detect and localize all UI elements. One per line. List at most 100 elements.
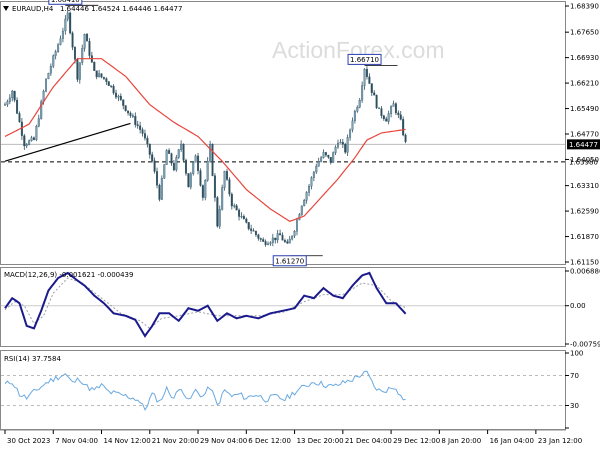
candle-body	[382, 115, 385, 120]
candle-body	[358, 100, 361, 108]
candle-body	[250, 228, 253, 231]
candle-body	[271, 237, 274, 243]
candle-body	[139, 125, 142, 130]
rsi-title: RSI(14) 37.7584	[4, 355, 61, 363]
candle-body	[322, 152, 325, 158]
candle-body	[148, 143, 151, 155]
candle-body	[172, 162, 175, 171]
candle-body	[254, 231, 257, 235]
candle-body	[158, 185, 161, 200]
candle-body	[153, 160, 156, 172]
candle-body	[110, 85, 113, 87]
candle-body	[269, 242, 272, 245]
candle-body	[98, 73, 101, 78]
candle-body	[235, 205, 238, 211]
price-y-tick-label: 1.62590	[570, 208, 599, 216]
candle-body	[259, 238, 262, 240]
candle-body	[204, 179, 207, 198]
candle-body	[117, 95, 120, 98]
candle-body	[52, 55, 55, 67]
candle-body	[223, 171, 226, 188]
candle-body	[187, 173, 190, 188]
candle-body	[341, 142, 344, 145]
candle-body	[61, 30, 64, 39]
candle-body	[353, 110, 356, 122]
x-axis-tick-label: 13 Dec 20:00	[297, 437, 344, 445]
candle-body	[86, 33, 89, 42]
support-label: 1.63980	[569, 158, 598, 166]
macd-title: MACD(12,26,9) -0.001621 -0.000439	[4, 271, 133, 279]
candle-body	[156, 171, 159, 186]
candle-body	[363, 68, 366, 86]
candle-body	[49, 66, 52, 74]
candle-body	[262, 239, 265, 242]
rsi-y-tick-label: 70	[570, 372, 579, 380]
candle-body	[23, 135, 26, 147]
x-axis-tick-label: 16 Jan 04:00	[490, 437, 534, 445]
candle-body	[230, 193, 233, 207]
x-axis-tick-label: 6 Dec 12:00	[248, 437, 291, 445]
candle-body	[206, 160, 209, 181]
candle-body	[257, 234, 260, 239]
candle-body	[375, 95, 378, 108]
candle-body	[245, 218, 248, 223]
candle-body	[295, 219, 298, 232]
candle-body	[11, 90, 14, 99]
candle-body	[349, 129, 352, 138]
candle-body	[308, 186, 311, 193]
candle-body	[404, 134, 407, 142]
price-y-tick-label: 1.66210	[570, 80, 599, 88]
candle-body	[66, 12, 69, 20]
macd-y-tick-label: -0.007591	[570, 341, 600, 349]
candle-body	[30, 137, 33, 141]
candle-body	[194, 155, 197, 163]
candle-body	[291, 235, 294, 240]
candle-body	[276, 233, 279, 241]
current-price-label: 1.64477	[569, 141, 598, 149]
candle-body	[392, 103, 395, 107]
candle-body	[54, 51, 57, 56]
candle-body	[387, 113, 390, 122]
candle-body	[146, 138, 149, 145]
price-y-tick-label: 1.63310	[570, 182, 599, 190]
candle-body	[283, 240, 286, 242]
candle-body	[211, 144, 214, 176]
candle-body	[329, 157, 332, 163]
candle-body	[151, 154, 154, 162]
macd-y-tick-label: 0.006886	[570, 268, 600, 276]
candle-body	[390, 106, 393, 114]
x-axis-tick-label: 7 Nov 04:00	[55, 437, 98, 445]
x-axis: 30 Oct 2023 7 Nov 04:00 14 Nov 12:00 21 Nov…	[0, 429, 582, 445]
chart-header-symbol: EURAUD,H4	[12, 5, 54, 13]
candle-body	[83, 33, 86, 49]
candle-body	[122, 99, 125, 106]
rsi-panel	[0, 350, 566, 430]
candle-body	[380, 108, 383, 116]
candle-body	[64, 18, 67, 32]
candle-body	[88, 40, 91, 56]
candle-body	[112, 86, 115, 94]
candle-body	[107, 81, 110, 86]
candle-body	[182, 143, 185, 161]
candle-body	[226, 171, 228, 180]
x-axis-tick-label: 21 Dec 04:00	[345, 437, 392, 445]
candle-body	[57, 44, 60, 52]
candle-body	[337, 142, 339, 148]
candle-body	[76, 59, 79, 80]
candle-body	[303, 200, 306, 207]
candle-body	[136, 124, 139, 127]
candle-body	[184, 160, 187, 174]
chart-header-ohlc: 1.64446 1.64524 1.64446 1.64477	[60, 5, 182, 13]
x-axis-tick-label: 14 Nov 12:00	[104, 437, 151, 445]
candle-body	[134, 116, 137, 125]
candle-body	[378, 107, 381, 109]
candle-body	[18, 113, 21, 123]
macd-y-axis: 0.006886 0.00 -0.007591	[565, 268, 600, 349]
candle-body	[180, 143, 183, 150]
candle-body	[221, 187, 224, 210]
candle-body	[373, 92, 376, 96]
chart-area: ActionForex.com 1.683901.676501.669301.6…	[0, 0, 600, 445]
candle-body	[127, 110, 130, 114]
candle-body	[242, 216, 245, 220]
candle-body	[160, 177, 163, 200]
